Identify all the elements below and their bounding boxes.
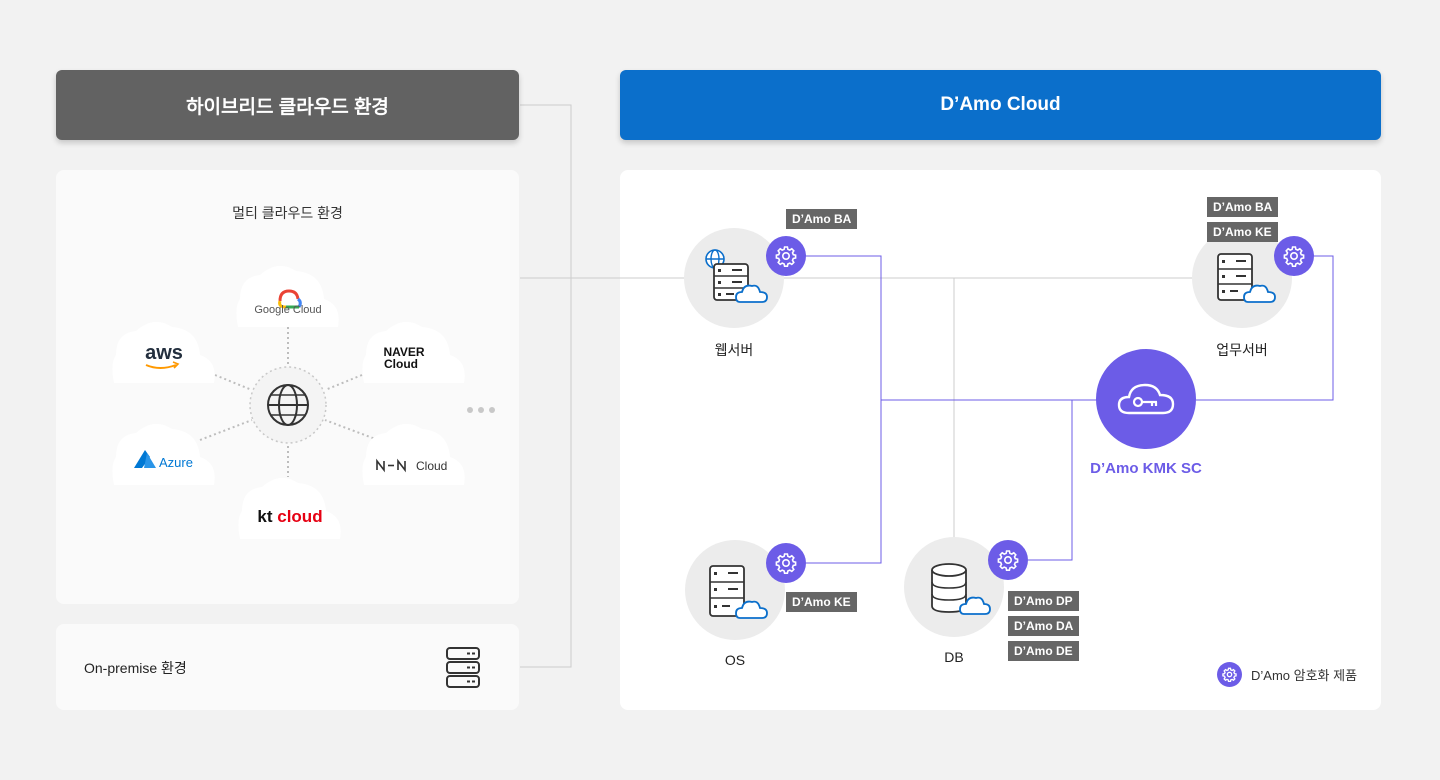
kmk-sc-label: D’Amo KMK SC bbox=[1090, 460, 1202, 477]
legend-gear-icon bbox=[1217, 662, 1242, 687]
legend: D’Amo 암호화 제품 bbox=[1217, 662, 1357, 687]
business-server-tag-ke: D’Amo KE bbox=[1207, 222, 1278, 242]
db-tag-dp: D’Amo DP bbox=[1008, 591, 1079, 611]
cloud-key-icon bbox=[1117, 383, 1175, 415]
db-label: DB bbox=[944, 649, 964, 665]
os-label: OS bbox=[724, 652, 746, 668]
business-server-icon bbox=[1217, 253, 1276, 303]
web-server-icon bbox=[705, 249, 768, 303]
web-server-gear-icon bbox=[766, 236, 806, 276]
legend-label: D’Amo 암호화 제품 bbox=[1251, 668, 1358, 683]
database-icon bbox=[931, 563, 991, 615]
business-server-label: 업무서버 bbox=[1216, 342, 1268, 358]
os-gear-icon bbox=[766, 543, 806, 583]
web-server-label: 웹서버 bbox=[714, 342, 754, 358]
db-gear-icon bbox=[988, 540, 1028, 580]
business-server-gear-icon bbox=[1274, 236, 1314, 276]
db-tag-de: D’Amo DE bbox=[1008, 641, 1079, 661]
db-tag-da: D’Amo DA bbox=[1008, 616, 1080, 636]
kmk-sc-node bbox=[1096, 349, 1196, 449]
business-server-tag-ba: D’Amo BA bbox=[1207, 197, 1279, 217]
os-server-icon bbox=[709, 565, 768, 619]
web-server-tag-ba: D’Amo BA bbox=[786, 209, 858, 229]
os-tag-ke: D’Amo KE bbox=[786, 592, 857, 612]
